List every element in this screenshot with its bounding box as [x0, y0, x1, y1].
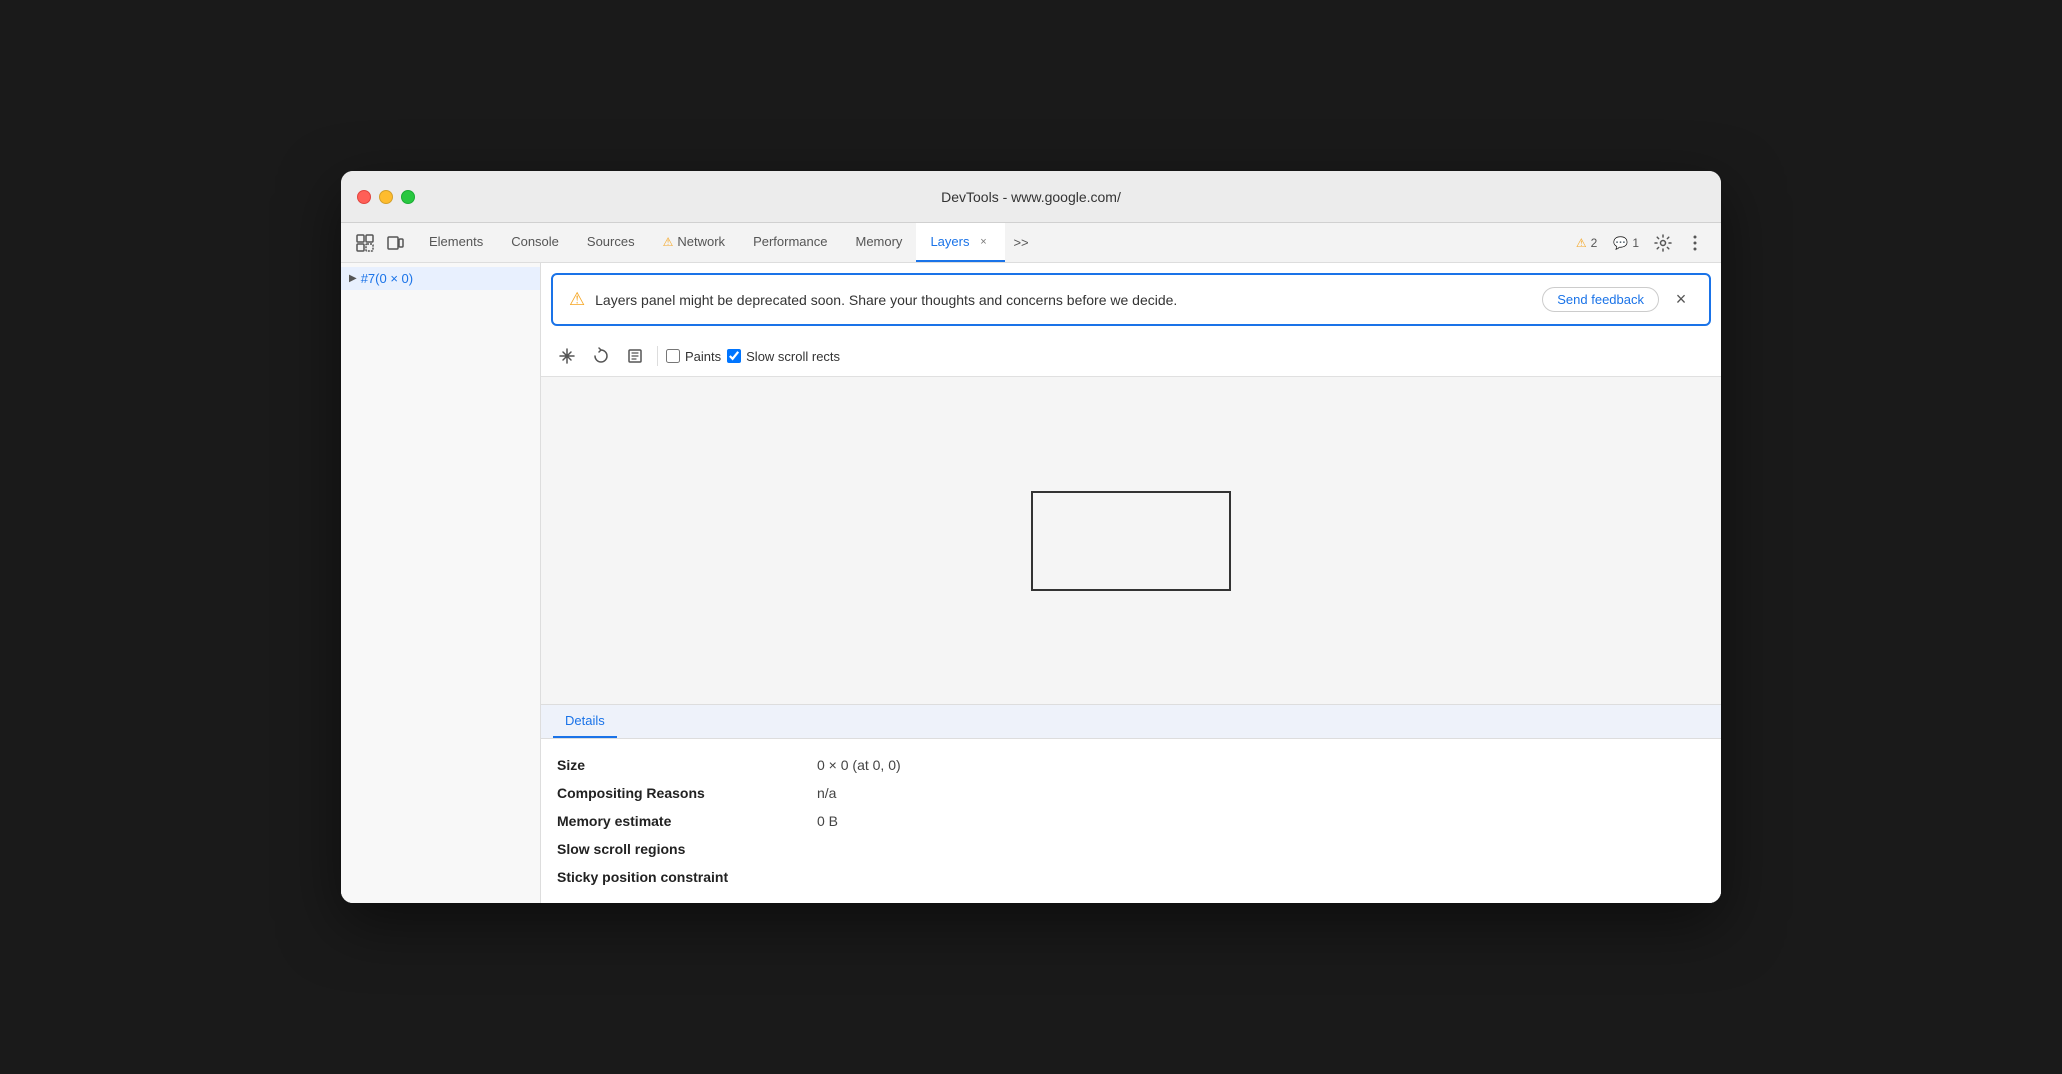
pan-tool-icon[interactable]: [553, 342, 581, 370]
devtools-panel: Elements Console Sources ⚠ Network Perfo…: [341, 223, 1721, 903]
details-section: Details Size 0 × 0 (at 0, 0) Compositing…: [541, 704, 1721, 903]
tabbar-icons: [345, 229, 415, 257]
toolbar-separator: [657, 346, 658, 366]
close-button[interactable]: [357, 190, 371, 204]
window-title: DevTools - www.google.com/: [941, 189, 1121, 205]
details-row-memory: Memory estimate 0 B: [557, 807, 1705, 835]
details-row-compositing: Compositing Reasons n/a: [557, 779, 1705, 807]
canvas-area: [541, 377, 1721, 704]
sidebar-arrow-icon: ▶: [349, 273, 357, 284]
layers-panel: ⚠ Layers panel might be deprecated soon.…: [541, 263, 1721, 903]
device-toolbar-icon[interactable]: [381, 229, 409, 257]
reset-transform-icon[interactable]: [621, 342, 649, 370]
tab-network[interactable]: ⚠ Network: [649, 223, 739, 262]
tab-console[interactable]: Console: [497, 223, 573, 262]
tab-layers[interactable]: Layers ×: [916, 223, 1005, 262]
details-table: Size 0 × 0 (at 0, 0) Compositing Reasons…: [541, 739, 1721, 903]
maximize-button[interactable]: [401, 190, 415, 204]
messages-badge[interactable]: 💬 1: [1607, 233, 1645, 253]
messages-info-icon: 💬: [1613, 236, 1628, 250]
details-row-slow-scroll: Slow scroll regions: [557, 835, 1705, 863]
traffic-lights: [357, 190, 415, 204]
banner-close-button[interactable]: ×: [1669, 288, 1693, 312]
slow-scroll-checkbox[interactable]: [727, 349, 741, 363]
warnings-warning-icon: ⚠: [1576, 236, 1587, 250]
deprecation-banner: ⚠ Layers panel might be deprecated soon.…: [551, 273, 1711, 326]
details-row-sticky: Sticky position constraint: [557, 863, 1705, 891]
settings-icon[interactable]: [1649, 229, 1677, 257]
details-tabs: Details: [541, 705, 1721, 739]
tab-layers-close[interactable]: ×: [975, 234, 991, 250]
tab-details[interactable]: Details: [553, 705, 617, 738]
devtools-window: DevTools - www.google.com/: [341, 171, 1721, 903]
tab-memory[interactable]: Memory: [841, 223, 916, 262]
network-warning-icon: ⚠: [663, 235, 674, 249]
inspect-icon[interactable]: [351, 229, 379, 257]
warnings-badge[interactable]: ⚠ 2: [1570, 233, 1603, 253]
rotate-icon[interactable]: [587, 342, 615, 370]
tab-performance[interactable]: Performance: [739, 223, 841, 262]
more-options-icon[interactable]: [1681, 229, 1709, 257]
tab-sources[interactable]: Sources: [573, 223, 649, 262]
banner-text: Layers panel might be deprecated soon. S…: [595, 292, 1532, 308]
slow-scroll-checkbox-label[interactable]: Slow scroll rects: [727, 349, 840, 364]
layer-toolbar: Paints Slow scroll rects: [541, 336, 1721, 377]
send-feedback-button[interactable]: Send feedback: [1542, 287, 1659, 312]
banner-warning-icon: ⚠: [569, 289, 585, 310]
layer-rectangle: [1031, 491, 1231, 591]
sidebar: ▶ #7(0 × 0): [341, 263, 541, 903]
tabbar-right: ⚠ 2 💬 1: [1570, 229, 1717, 257]
details-row-size: Size 0 × 0 (at 0, 0): [557, 751, 1705, 779]
tab-bar: Elements Console Sources ⚠ Network Perfo…: [341, 223, 1721, 263]
tab-elements[interactable]: Elements: [415, 223, 497, 262]
minimize-button[interactable]: [379, 190, 393, 204]
paints-checkbox[interactable]: [666, 349, 680, 363]
sidebar-item-layer[interactable]: ▶ #7(0 × 0): [341, 267, 540, 290]
tab-overflow[interactable]: >>: [1005, 223, 1036, 262]
main-content: ▶ #7(0 × 0) ⚠ Layers panel might be depr…: [341, 263, 1721, 903]
paints-checkbox-label[interactable]: Paints: [666, 349, 721, 364]
titlebar: DevTools - www.google.com/: [341, 171, 1721, 223]
